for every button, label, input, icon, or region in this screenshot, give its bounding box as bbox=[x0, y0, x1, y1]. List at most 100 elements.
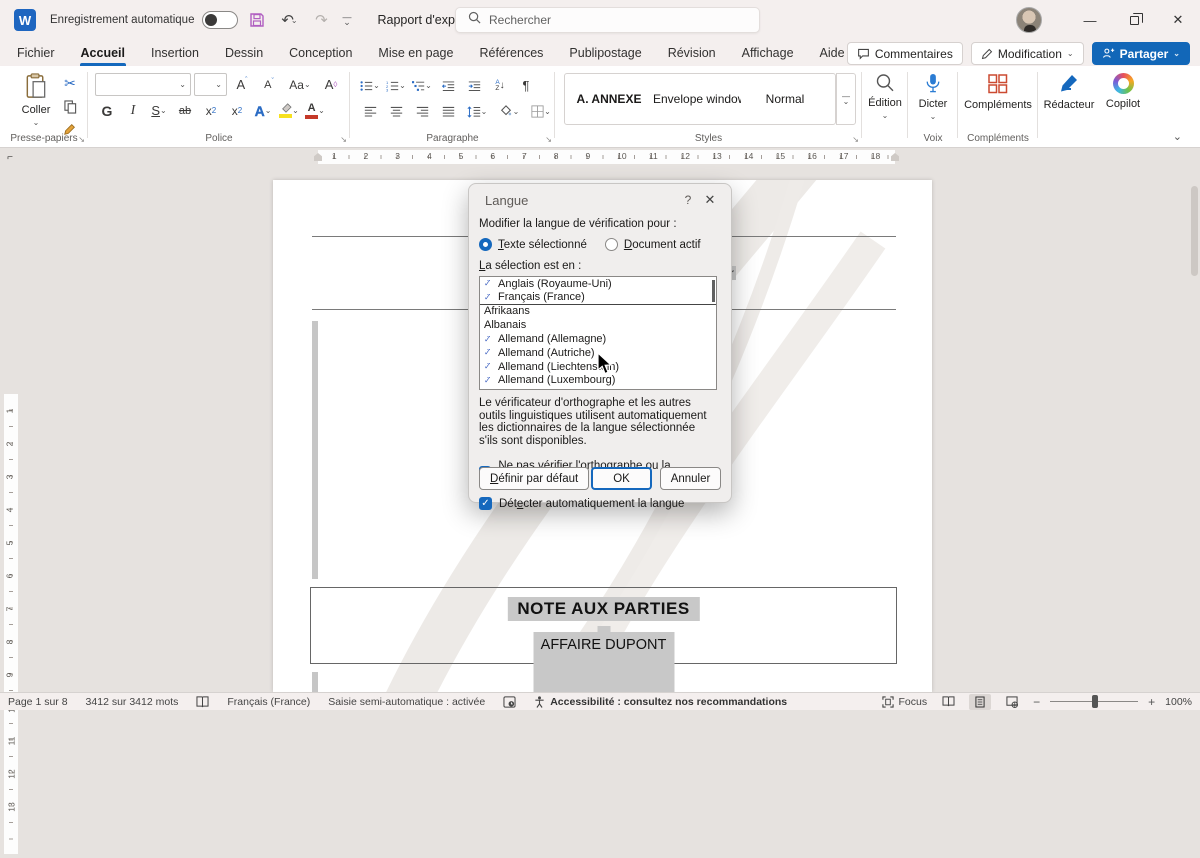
zoom-slider-thumb[interactable] bbox=[1092, 695, 1098, 708]
font-dialog-launcher[interactable]: ↘ bbox=[340, 135, 347, 144]
status-language[interactable]: Français (France) bbox=[227, 696, 310, 708]
search-input[interactable]: Rechercher bbox=[455, 7, 760, 33]
shading-button[interactable]: ⌄ bbox=[494, 100, 524, 123]
radio-active-document[interactable] bbox=[605, 238, 618, 251]
tab-references[interactable]: Références bbox=[466, 40, 556, 66]
paragraph-dialog-launcher[interactable]: ↘ bbox=[545, 135, 552, 144]
styles-more-button[interactable]: —⌄ bbox=[836, 73, 856, 125]
grow-font-button[interactable]: Aˆ bbox=[230, 73, 254, 96]
word-logo-icon[interactable]: W bbox=[14, 9, 36, 31]
editing-button[interactable]: Édition ⌄ bbox=[862, 66, 908, 130]
subscript-button[interactable]: x2 bbox=[199, 99, 223, 122]
page-indicator[interactable]: Page 1 sur 8 bbox=[8, 696, 68, 708]
horizontal-ruler[interactable]: 123456789101112131415161718 bbox=[0, 148, 1200, 166]
increase-indent-button[interactable] bbox=[462, 74, 486, 97]
line-spacing-button[interactable]: ⌄ bbox=[462, 100, 492, 123]
document-subheading-selection[interactable]: AFFAIRE DUPONT bbox=[533, 632, 674, 692]
zoom-out-button[interactable]: − bbox=[1033, 695, 1040, 709]
accessibility-status[interactable]: Accessibilité : consultez nos recommanda… bbox=[534, 696, 787, 708]
radio-active-document-label[interactable]: Document actif bbox=[624, 239, 701, 251]
justify-button[interactable] bbox=[436, 100, 460, 123]
editing-mode-button[interactable]: Modification⌄ bbox=[971, 42, 1084, 65]
tab-mise-en-page[interactable]: Mise en page bbox=[365, 40, 466, 66]
zoom-slider[interactable] bbox=[1050, 701, 1138, 702]
cut-button[interactable]: ✂ bbox=[58, 72, 82, 95]
word-count[interactable]: 3412 sur 3412 mots bbox=[86, 696, 179, 708]
focus-mode-button[interactable]: Focus bbox=[882, 696, 928, 708]
numbering-button[interactable]: 123⌄ bbox=[384, 74, 408, 97]
note-table[interactable]: NOTE AUX PARTIES AFFAIRE DUPONT bbox=[310, 587, 897, 664]
multilevel-list-button[interactable]: ⌄ bbox=[410, 74, 434, 97]
italic-button[interactable]: I bbox=[121, 99, 145, 122]
zoom-level[interactable]: 100% bbox=[1165, 696, 1192, 708]
tab-affichage[interactable]: Affichage bbox=[729, 40, 807, 66]
share-button[interactable]: Partager⌄ bbox=[1092, 42, 1190, 65]
zoom-in-button[interactable]: + bbox=[1148, 695, 1155, 709]
listbox-scrollbar[interactable] bbox=[712, 280, 715, 302]
restore-button[interactable] bbox=[1112, 0, 1156, 40]
font-size-combo[interactable]: ⌄ bbox=[194, 73, 227, 96]
minimize-button[interactable]: — bbox=[1068, 0, 1112, 40]
history-icon[interactable] bbox=[503, 696, 516, 708]
style-envelope-window[interactable]: Envelope window bbox=[653, 92, 741, 106]
copy-button[interactable] bbox=[58, 95, 82, 118]
decrease-indent-button[interactable] bbox=[436, 74, 460, 97]
web-layout-button[interactable] bbox=[1001, 694, 1023, 710]
font-color-button[interactable]: A⌄ bbox=[303, 99, 327, 122]
save-icon[interactable] bbox=[244, 7, 270, 33]
close-button[interactable]: ✕ bbox=[1156, 0, 1200, 40]
language-item[interactable]: Afrikaans bbox=[480, 305, 716, 319]
undo-button[interactable]: ↶⌄ bbox=[276, 7, 302, 33]
tab-publipostage[interactable]: Publipostage bbox=[556, 40, 654, 66]
align-left-button[interactable] bbox=[358, 100, 382, 123]
font-name-combo[interactable]: ⌄ bbox=[95, 73, 191, 96]
bold-button[interactable]: G bbox=[95, 99, 119, 122]
styles-dialog-launcher[interactable]: ↘ bbox=[852, 135, 859, 144]
style-annexe[interactable]: A. ANNEXE bbox=[565, 92, 653, 106]
avatar[interactable] bbox=[1016, 7, 1042, 33]
style-normal[interactable]: Normal bbox=[741, 92, 829, 106]
redo-button[interactable]: ↷ bbox=[308, 7, 334, 33]
underline-button[interactable]: S⌄ bbox=[147, 99, 171, 122]
tab-fichier[interactable]: Fichier bbox=[4, 40, 68, 66]
change-case-button[interactable]: Aa⌄ bbox=[284, 73, 316, 96]
pilcrow-button[interactable]: ¶ bbox=[514, 74, 538, 97]
vertical-ruler[interactable]: 12345678910111213 bbox=[0, 332, 22, 858]
tab-insertion[interactable]: Insertion bbox=[138, 40, 212, 66]
tab-conception[interactable]: Conception bbox=[276, 40, 365, 66]
language-item[interactable]: Albanais bbox=[480, 318, 716, 332]
autosave-toggle[interactable] bbox=[202, 11, 238, 29]
document-subheading[interactable]: AFFAIRE DUPONT bbox=[533, 637, 674, 653]
language-item[interactable]: ✓̈Allemand (Luxembourg) bbox=[480, 374, 716, 388]
paste-button[interactable]: Coller ⌄ bbox=[14, 66, 58, 130]
tab-dessin[interactable]: Dessin bbox=[212, 40, 276, 66]
customize-toolbar-icon[interactable]: —⌄ bbox=[342, 15, 351, 25]
superscript-button[interactable]: x2 bbox=[225, 99, 249, 122]
dialog-close-button[interactable]: ✕ bbox=[699, 192, 721, 208]
clipboard-dialog-launcher[interactable]: ↘ bbox=[78, 135, 85, 144]
dictate-button[interactable]: Dicter ⌄ bbox=[908, 66, 958, 130]
language-item[interactable]: ✓̈Allemand (Allemagne) bbox=[480, 332, 716, 346]
checkbox-detect-language[interactable]: ✓ bbox=[479, 497, 492, 510]
tab-stop-selector[interactable]: ⌐ bbox=[2, 150, 18, 164]
strikethrough-button[interactable]: ab bbox=[173, 99, 197, 122]
sort-button[interactable]: AZ↓ bbox=[488, 74, 512, 97]
help-button[interactable]: ? bbox=[677, 193, 699, 207]
comments-button[interactable]: Commentaires bbox=[847, 42, 963, 65]
ok-button[interactable]: OK bbox=[591, 467, 652, 490]
checkbox-detect-language-label[interactable]: Détecter automatiquement la langue bbox=[499, 498, 684, 510]
tab-accueil[interactable]: Accueil bbox=[68, 40, 138, 66]
language-item[interactable]: ✓̈Français (France) bbox=[480, 291, 716, 305]
highlight-button[interactable]: ⌄ bbox=[277, 99, 301, 122]
radio-selected-text-label[interactable]: Texte sélectionné bbox=[498, 239, 587, 251]
editor-button[interactable]: Rédacteur bbox=[1038, 66, 1100, 130]
align-right-button[interactable] bbox=[410, 100, 434, 123]
copilot-button[interactable]: Copilot bbox=[1098, 66, 1148, 130]
align-center-button[interactable] bbox=[384, 100, 408, 123]
borders-button[interactable]: ⌄ bbox=[526, 100, 556, 123]
print-layout-button[interactable] bbox=[969, 694, 991, 710]
set-default-button[interactable]: Définir par défaut bbox=[479, 467, 589, 490]
radio-selected-text[interactable] bbox=[479, 238, 492, 251]
cancel-button[interactable]: Annuler bbox=[660, 467, 721, 490]
text-effects-button[interactable]: A⌄ bbox=[251, 99, 275, 122]
